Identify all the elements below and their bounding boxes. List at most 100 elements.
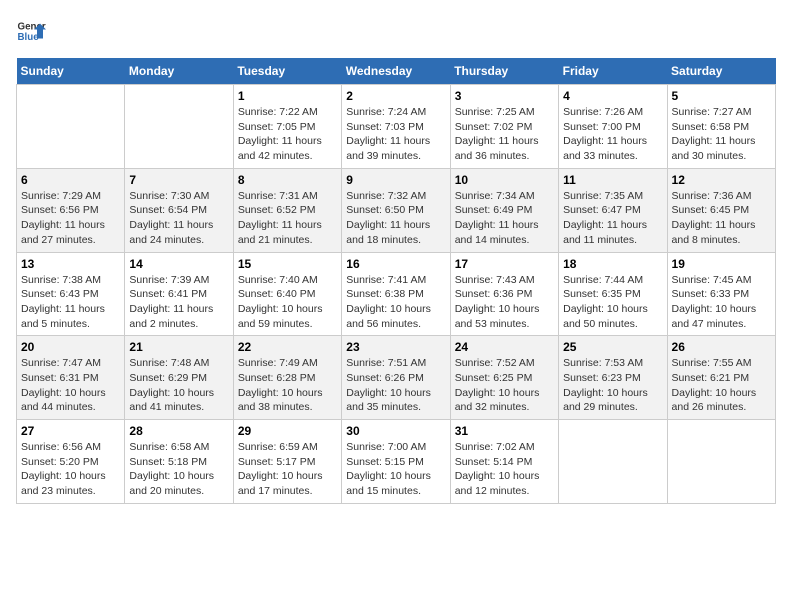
day-details: Sunrise: 7:27 AMSunset: 6:58 PMDaylight:… [672,105,771,164]
calendar-day-cell: 24Sunrise: 7:52 AMSunset: 6:25 PMDayligh… [450,336,558,420]
day-details: Sunrise: 7:00 AMSunset: 5:15 PMDaylight:… [346,440,445,499]
calendar-week-row: 27 Sunrise: 6:56 AMSunset: 5:20 PMDayligh… [17,420,776,504]
day-details: Sunrise: 7:02 AMSunset: 5:14 PMDaylight:… [455,440,554,499]
calendar-day-cell: 27 Sunrise: 6:56 AMSunset: 5:20 PMDayligh… [17,420,125,504]
calendar-day-cell: 31 Sunrise: 7:02 AMSunset: 5:14 PMDayligh… [450,420,558,504]
day-details: Sunrise: 7:47 AMSunset: 6:31 PMDaylight:… [21,356,120,415]
day-details: Sunrise: 7:29 AMSunset: 6:56 PMDaylight:… [21,189,120,248]
day-details: Sunrise: 7:35 AMSunset: 6:47 PMDaylight:… [563,189,662,248]
day-number: 5 [672,89,771,103]
day-number: 6 [21,173,120,187]
day-number: 23 [346,340,445,354]
calendar-day-cell: 9Sunrise: 7:32 AMSunset: 6:50 PMDaylight… [342,168,450,252]
calendar-body: 1 Sunrise: 7:22 AMSunset: 7:05 PMDaylight… [17,85,776,504]
day-number: 10 [455,173,554,187]
day-number: 30 [346,424,445,438]
day-number: 24 [455,340,554,354]
day-number: 12 [672,173,771,187]
day-of-week-header: Wednesday [342,58,450,85]
day-details: Sunrise: 7:49 AMSunset: 6:28 PMDaylight:… [238,356,337,415]
calendar-day-cell: 20Sunrise: 7:47 AMSunset: 6:31 PMDayligh… [17,336,125,420]
day-of-week-header: Friday [559,58,667,85]
calendar-header-row: SundayMondayTuesdayWednesdayThursdayFrid… [17,58,776,85]
day-details: Sunrise: 6:56 AMSunset: 5:20 PMDaylight:… [21,440,120,499]
day-details: Sunrise: 7:43 AMSunset: 6:36 PMDaylight:… [455,273,554,332]
day-details: Sunrise: 7:48 AMSunset: 6:29 PMDaylight:… [129,356,228,415]
calendar-day-cell: 16Sunrise: 7:41 AMSunset: 6:38 PMDayligh… [342,252,450,336]
day-number: 16 [346,257,445,271]
day-of-week-header: Thursday [450,58,558,85]
day-number: 7 [129,173,228,187]
day-number: 31 [455,424,554,438]
day-details: Sunrise: 6:59 AMSunset: 5:17 PMDaylight:… [238,440,337,499]
day-number: 19 [672,257,771,271]
day-number: 18 [563,257,662,271]
day-number: 1 [238,89,337,103]
page-header: General Blue [16,16,776,46]
day-details: Sunrise: 7:32 AMSunset: 6:50 PMDaylight:… [346,189,445,248]
logo: General Blue [16,16,46,46]
day-number: 27 [21,424,120,438]
day-details: Sunrise: 7:22 AMSunset: 7:05 PMDaylight:… [238,105,337,164]
calendar-day-cell: 18 Sunrise: 7:44 AMSunset: 6:35 PMDayligh… [559,252,667,336]
day-number: 25 [563,340,662,354]
day-of-week-header: Sunday [17,58,125,85]
calendar-day-cell: 15 Sunrise: 7:40 AMSunset: 6:40 PMDayligh… [233,252,341,336]
day-of-week-header: Monday [125,58,233,85]
calendar-day-cell [667,420,775,504]
day-number: 22 [238,340,337,354]
calendar-day-cell: 26Sunrise: 7:55 AMSunset: 6:21 PMDayligh… [667,336,775,420]
calendar-day-cell [17,85,125,169]
calendar-day-cell: 10 Sunrise: 7:34 AMSunset: 6:49 PMDayligh… [450,168,558,252]
day-details: Sunrise: 7:34 AMSunset: 6:49 PMDaylight:… [455,189,554,248]
day-number: 29 [238,424,337,438]
calendar-day-cell: 8Sunrise: 7:31 AMSunset: 6:52 PMDaylight… [233,168,341,252]
day-number: 28 [129,424,228,438]
day-of-week-header: Tuesday [233,58,341,85]
day-number: 11 [563,173,662,187]
day-number: 17 [455,257,554,271]
calendar-day-cell: 28Sunrise: 6:58 AMSunset: 5:18 PMDayligh… [125,420,233,504]
day-number: 14 [129,257,228,271]
calendar-day-cell: 29 Sunrise: 6:59 AMSunset: 5:17 PMDayligh… [233,420,341,504]
calendar-day-cell: 3 Sunrise: 7:25 AMSunset: 7:02 PMDaylight… [450,85,558,169]
day-number: 3 [455,89,554,103]
calendar-day-cell: 2 Sunrise: 7:24 AMSunset: 7:03 PMDaylight… [342,85,450,169]
day-details: Sunrise: 7:30 AMSunset: 6:54 PMDaylight:… [129,189,228,248]
calendar-table: SundayMondayTuesdayWednesdayThursdayFrid… [16,58,776,504]
day-of-week-header: Saturday [667,58,775,85]
calendar-day-cell [559,420,667,504]
calendar-day-cell [125,85,233,169]
calendar-day-cell: 7 Sunrise: 7:30 AMSunset: 6:54 PMDaylight… [125,168,233,252]
svg-text:Blue: Blue [18,32,40,43]
logo-icon: General Blue [16,16,46,46]
day-number: 13 [21,257,120,271]
calendar-day-cell: 23Sunrise: 7:51 AMSunset: 6:26 PMDayligh… [342,336,450,420]
calendar-day-cell: 22 Sunrise: 7:49 AMSunset: 6:28 PMDayligh… [233,336,341,420]
calendar-day-cell: 12 Sunrise: 7:36 AMSunset: 6:45 PMDayligh… [667,168,775,252]
day-details: Sunrise: 7:31 AMSunset: 6:52 PMDaylight:… [238,189,337,248]
day-details: Sunrise: 7:40 AMSunset: 6:40 PMDaylight:… [238,273,337,332]
day-details: Sunrise: 7:26 AMSunset: 7:00 PMDaylight:… [563,105,662,164]
day-number: 15 [238,257,337,271]
calendar-day-cell: 4 Sunrise: 7:26 AMSunset: 7:00 PMDaylight… [559,85,667,169]
calendar-day-cell: 1 Sunrise: 7:22 AMSunset: 7:05 PMDaylight… [233,85,341,169]
day-details: Sunrise: 7:39 AMSunset: 6:41 PMDaylight:… [129,273,228,332]
day-number: 26 [672,340,771,354]
calendar-day-cell: 6 Sunrise: 7:29 AMSunset: 6:56 PMDaylight… [17,168,125,252]
calendar-day-cell: 17 Sunrise: 7:43 AMSunset: 6:36 PMDayligh… [450,252,558,336]
day-number: 2 [346,89,445,103]
calendar-week-row: 1 Sunrise: 7:22 AMSunset: 7:05 PMDaylight… [17,85,776,169]
day-details: Sunrise: 7:24 AMSunset: 7:03 PMDaylight:… [346,105,445,164]
day-number: 4 [563,89,662,103]
calendar-day-cell: 14 Sunrise: 7:39 AMSunset: 6:41 PMDayligh… [125,252,233,336]
calendar-week-row: 13Sunrise: 7:38 AMSunset: 6:43 PMDayligh… [17,252,776,336]
day-details: Sunrise: 7:45 AMSunset: 6:33 PMDaylight:… [672,273,771,332]
day-details: Sunrise: 7:44 AMSunset: 6:35 PMDaylight:… [563,273,662,332]
calendar-day-cell: 19 Sunrise: 7:45 AMSunset: 6:33 PMDayligh… [667,252,775,336]
calendar-day-cell: 5 Sunrise: 7:27 AMSunset: 6:58 PMDaylight… [667,85,775,169]
calendar-week-row: 20Sunrise: 7:47 AMSunset: 6:31 PMDayligh… [17,336,776,420]
day-details: Sunrise: 7:25 AMSunset: 7:02 PMDaylight:… [455,105,554,164]
day-details: Sunrise: 7:36 AMSunset: 6:45 PMDaylight:… [672,189,771,248]
day-details: Sunrise: 7:53 AMSunset: 6:23 PMDaylight:… [563,356,662,415]
